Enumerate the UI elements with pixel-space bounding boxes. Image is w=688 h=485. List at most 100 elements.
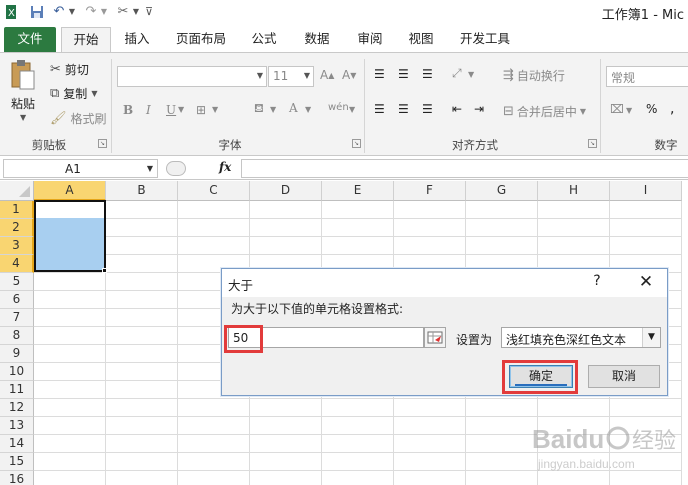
percent-icon[interactable]: %: [646, 102, 657, 116]
grid-cell[interactable]: [178, 453, 250, 471]
grid-cell[interactable]: [322, 417, 394, 435]
grid-cell[interactable]: [322, 399, 394, 417]
grid-cell[interactable]: [610, 237, 682, 255]
format-style-select[interactable]: 浅红填充色深红色文本 ▼: [501, 327, 661, 348]
grid-cell[interactable]: [538, 237, 610, 255]
grid-cell[interactable]: [250, 201, 322, 219]
row-header[interactable]: 8: [0, 327, 34, 345]
tools-icon[interactable]: ✂: [114, 3, 132, 20]
grid-cell[interactable]: [34, 435, 106, 453]
paste-dropdown-icon[interactable]: ▼: [20, 113, 26, 122]
grid-cell[interactable]: [394, 237, 466, 255]
row-header[interactable]: 16: [0, 471, 34, 485]
chevron-down-icon[interactable]: ▼: [642, 328, 660, 347]
grid-cell[interactable]: [322, 201, 394, 219]
select-all-corner[interactable]: [0, 181, 34, 201]
grid-cell[interactable]: [538, 201, 610, 219]
font-name-combo[interactable]: ▼: [117, 66, 267, 87]
grid-cell[interactable]: [34, 327, 106, 345]
paste-label[interactable]: 粘贴: [11, 95, 35, 112]
align-right-icon[interactable]: ☰: [422, 102, 433, 116]
bold-icon[interactable]: B: [123, 103, 133, 117]
grid-cell[interactable]: [250, 471, 322, 485]
row-header[interactable]: 11: [0, 381, 34, 399]
row-header[interactable]: 15: [0, 453, 34, 471]
row-header[interactable]: 2: [0, 219, 34, 237]
grid-cell[interactable]: [394, 453, 466, 471]
row-header[interactable]: 6: [0, 291, 34, 309]
grid-cell[interactable]: [34, 273, 106, 291]
close-icon[interactable]: ✕: [629, 272, 663, 294]
row-header[interactable]: 14: [0, 435, 34, 453]
name-box[interactable]: A1 ▼: [3, 159, 158, 178]
chevron-down-icon[interactable]: ▼: [147, 164, 153, 173]
column-header[interactable]: A: [34, 181, 106, 201]
column-header[interactable]: F: [394, 181, 466, 201]
column-header[interactable]: C: [178, 181, 250, 201]
row-header[interactable]: 1: [0, 201, 34, 219]
grid-cell[interactable]: [538, 399, 610, 417]
decrease-font-icon[interactable]: A ▼: [342, 68, 356, 82]
save-icon[interactable]: [28, 3, 46, 20]
align-top-icon[interactable]: ☰: [374, 67, 385, 81]
grid-cell[interactable]: [250, 417, 322, 435]
grid-cell[interactable]: [322, 435, 394, 453]
phonetic-icon[interactable]: wén: [328, 102, 349, 113]
tab-formulas[interactable]: 公式: [244, 27, 284, 52]
column-header[interactable]: D: [250, 181, 322, 201]
number-format-combo[interactable]: 常规: [606, 66, 688, 87]
row-header[interactable]: 4: [0, 255, 34, 273]
tab-home[interactable]: 开始: [61, 27, 111, 52]
merge-center-button[interactable]: ⊟ 合并后居中 ▼: [503, 103, 586, 120]
grid-cell[interactable]: [106, 237, 178, 255]
format-painter-button[interactable]: 🖌 格式刷: [50, 110, 107, 127]
row-header[interactable]: 5: [0, 273, 34, 291]
align-middle-icon[interactable]: ☰: [398, 67, 409, 81]
paste-button[interactable]: [10, 59, 36, 91]
increase-font-icon[interactable]: A ▲: [320, 68, 334, 82]
font-color-icon[interactable]: A: [289, 101, 298, 115]
tab-page-layout[interactable]: 页面布局: [168, 27, 234, 52]
fill-color-dropdown-icon[interactable]: ▼: [270, 105, 276, 114]
cut-button[interactable]: ✂ 剪切: [50, 61, 89, 78]
grid-cell[interactable]: [34, 381, 106, 399]
row-header[interactable]: 12: [0, 399, 34, 417]
grid-cell[interactable]: [34, 453, 106, 471]
grid-cell[interactable]: [394, 219, 466, 237]
formula-input[interactable]: [241, 159, 688, 178]
align-center-icon[interactable]: ☰: [398, 102, 409, 116]
grid-cell[interactable]: [250, 219, 322, 237]
grid-cell[interactable]: [394, 399, 466, 417]
tools-dropdown-icon[interactable]: ▼: [132, 3, 140, 20]
comma-icon[interactable]: ,: [670, 101, 674, 117]
currency-icon[interactable]: ⌧: [610, 102, 624, 116]
column-header[interactable]: E: [322, 181, 394, 201]
currency-dropdown-icon[interactable]: ▼: [626, 106, 632, 115]
fill-color-icon[interactable]: ⛾: [254, 101, 264, 117]
active-selection[interactable]: [34, 200, 106, 272]
grid-cell[interactable]: [34, 417, 106, 435]
grid-cell[interactable]: [610, 219, 682, 237]
grid-cell[interactable]: [610, 201, 682, 219]
border-dropdown-icon[interactable]: ▼: [212, 105, 218, 114]
grid-cell[interactable]: [178, 417, 250, 435]
grid-cell[interactable]: [394, 435, 466, 453]
grid-cell[interactable]: [106, 273, 178, 291]
underline-icon[interactable]: U: [166, 103, 176, 117]
phonetic-dropdown-icon[interactable]: ▼: [349, 105, 355, 114]
grid-cell[interactable]: [394, 417, 466, 435]
row-header[interactable]: 7: [0, 309, 34, 327]
grid-cell[interactable]: [466, 435, 538, 453]
grid-cell[interactable]: [178, 237, 250, 255]
grid-cell[interactable]: [466, 471, 538, 485]
fill-handle[interactable]: [102, 268, 107, 273]
font-launcher-icon[interactable]: ↘: [352, 139, 361, 148]
grid-cell[interactable]: [106, 363, 178, 381]
tab-file[interactable]: 文件: [4, 27, 56, 52]
orientation-dropdown-icon[interactable]: ▼: [468, 70, 474, 79]
grid-cell[interactable]: [250, 435, 322, 453]
tab-data[interactable]: 数据: [297, 27, 337, 52]
grid-cell[interactable]: [34, 309, 106, 327]
grid-cell[interactable]: [178, 201, 250, 219]
grid-cell[interactable]: [250, 453, 322, 471]
